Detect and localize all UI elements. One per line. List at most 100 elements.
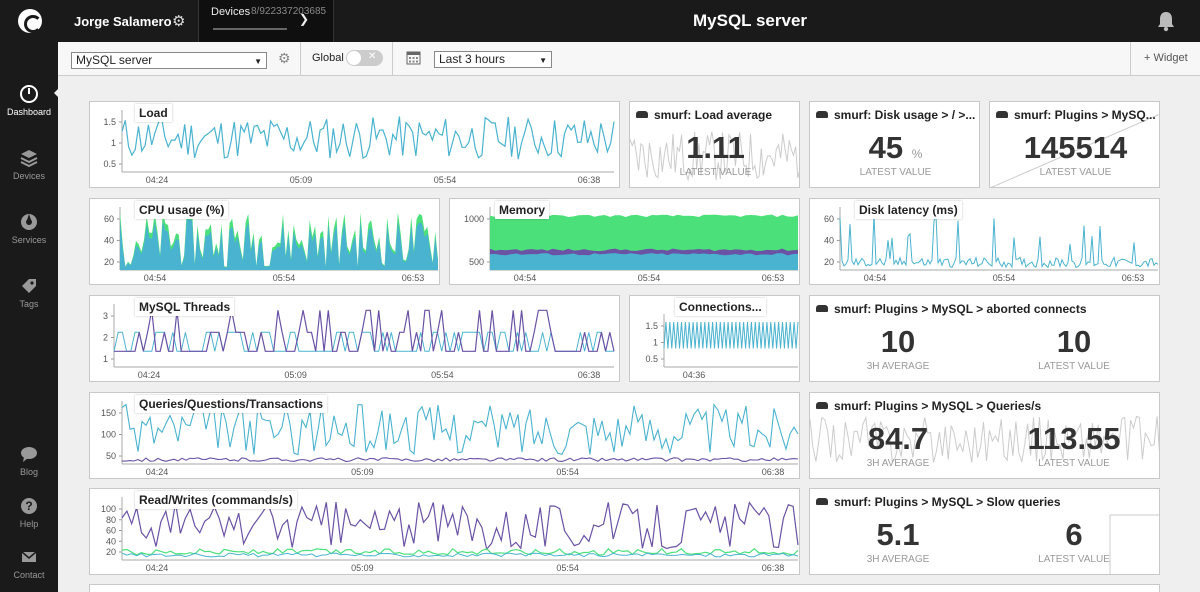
time-range-select[interactable]: Last 3 hours ▼ [434, 51, 552, 68]
memory-area-buffers [490, 253, 798, 270]
latest-value-label: LATEST VALUE [1039, 167, 1112, 178]
global-toggle[interactable]: ✕ [346, 50, 383, 66]
widget-title: smurf: Plugins > MySQL > Slow queries [816, 495, 1156, 509]
dashboard-icon [20, 85, 38, 103]
next-widget[interactable] [89, 584, 1160, 592]
read-writes-chart-widget[interactable]: 100 80 60 40 20 04:24 05:09 05:54 06:38 Read/Wri… [89, 488, 800, 575]
mail-icon [21, 551, 37, 562]
sidebar: Dashboard Devices Services Tags Blog ? H… [0, 42, 59, 592]
widget-title: smurf: Disk usage > / >... [816, 108, 976, 122]
page-title: MySQL server [692, 11, 808, 30]
widget-title-text: smurf: Load average [654, 108, 773, 122]
sidebar-item-tags[interactable]: Tags [0, 276, 58, 309]
x-tick-label: 05:09 [290, 175, 313, 185]
widget-title-text: smurf: Plugins > MySQL > aborted connect… [834, 302, 1087, 316]
load-chart-widget[interactable]: 1.5 1 0.5 04:24 05:09 05:54 06:38 Load [89, 101, 620, 188]
cpu-chart-widget[interactable]: 60 40 20 04:54 05:54 06:53 CPU usage (%) [89, 198, 440, 285]
x-tick-label: 05:09 [351, 467, 374, 477]
y-tick-label: 40 [104, 236, 114, 246]
x-tick-label: 05:09 [284, 370, 307, 380]
widget-title: Disk latency (ms) [855, 201, 962, 219]
x-tick-label: 05:54 [434, 175, 457, 185]
server-icon [996, 111, 1008, 118]
reads-series [121, 501, 799, 551]
latest-value: 10 [1056, 324, 1092, 359]
threads-series-connected [114, 309, 615, 352]
x-tick-label: 04:24 [146, 467, 169, 477]
global-label: Global [312, 52, 344, 64]
divider [392, 42, 393, 76]
chat-icon [21, 447, 37, 462]
average-label: 3H AVERAGE [866, 361, 930, 372]
sidebar-item-services[interactable]: Services [0, 212, 58, 245]
server-icon [816, 498, 828, 505]
y-tick-label: 40 [824, 236, 834, 246]
bell-icon[interactable] [1156, 10, 1176, 32]
x-tick-label: 06:38 [762, 467, 785, 477]
latest-value: 45 % [810, 130, 979, 166]
y-tick-label: 60 [106, 526, 116, 536]
add-widget-button[interactable]: + Widget [1144, 52, 1188, 64]
widget-title-text: smurf: Plugins > MySQL > Slow queries [834, 495, 1061, 509]
toolbar: MySQL server ▼ ⚙ Global ✕ Last 3 hours ▼ +… [58, 42, 1200, 76]
latest-value-label: LATEST VALUE [859, 167, 932, 178]
x-tick-label: 06:53 [1122, 273, 1145, 283]
calendar-icon[interactable] [406, 50, 421, 65]
y-tick-label: 500 [469, 257, 484, 267]
x-tick-label: 06:38 [762, 563, 785, 573]
average-label: 3H AVERAGE [866, 458, 930, 469]
threads-chart-widget[interactable]: 3 2 1 04:24 05:09 05:54 06:38 MySQL Threads [89, 295, 620, 382]
widget-title: MySQL Threads [135, 298, 235, 316]
widget-title: smurf: Plugins > MySQL > Queries/s [816, 399, 1156, 413]
plugins-widget[interactable]: smurf: Plugins > MySQ... 145514 LATEST V… [989, 101, 1160, 188]
load-average-widget[interactable]: smurf: Load average 1.11 LATEST VALUE [629, 101, 800, 188]
sidebar-item-contact[interactable]: Contact [0, 547, 58, 580]
y-tick-label: 100 [101, 504, 116, 514]
x-tick-label: 04:24 [138, 370, 161, 380]
x-tick-label: 05:09 [351, 563, 374, 573]
disk-latency-chart-widget[interactable]: 60 40 20 04:54 05:54 06:53 Disk latency (ms) [809, 198, 1160, 285]
y-tick-label: 60 [104, 214, 114, 224]
y-tick-label: 1.5 [103, 117, 116, 127]
transactions-series [122, 457, 799, 463]
sidebar-item-label: Help [19, 519, 39, 529]
threads-series-running [113, 331, 614, 352]
latest-value: 113.55 [1027, 421, 1121, 456]
queries-chart-widget[interactable]: 150 100 50 04:24 05:09 05:54 06:38 Queries/Que… [89, 392, 800, 479]
sidebar-item-dashboard[interactable]: Dashboard [0, 84, 58, 117]
memory-chart-widget[interactable]: 1000 500 04:54 05:54 06:53 Memory [449, 198, 800, 285]
aborted-connects-widget[interactable]: smurf: Plugins > MySQL > aborted connect… [809, 295, 1160, 382]
latest-value-label: LATEST VALUE [1038, 361, 1110, 372]
sidebar-item-label: Services [11, 235, 47, 245]
disk-usage-widget[interactable]: smurf: Disk usage > / >... 45 % LATEST V… [809, 101, 980, 188]
x-tick-label: 04:54 [514, 273, 537, 283]
widget-title: Read/Writes (commands/s) [135, 491, 297, 509]
latest-value: 145514 [1023, 130, 1128, 165]
tag-icon [22, 279, 36, 293]
y-tick-label: 0.5 [645, 354, 658, 364]
y-tick-label: 20 [104, 257, 114, 267]
latest-value-label: LATEST VALUE [679, 167, 752, 178]
dashboard-settings-gear-icon[interactable]: ⚙ [278, 50, 291, 67]
y-tick-label: 50 [106, 451, 116, 461]
widget-title: smurf: Plugins > MySQL > aborted connect… [816, 302, 1156, 316]
y-tick-label: 1 [653, 338, 658, 348]
x-tick-label: 06:53 [762, 273, 785, 283]
y-tick-label: 20 [106, 547, 116, 557]
connections-chart-widget[interactable]: 1.5 1 0.5 04:36 Connections... [629, 295, 800, 382]
divider [1130, 42, 1131, 76]
widget-title: Connections... [675, 298, 766, 316]
sidebar-item-label: Contact [13, 570, 45, 580]
sidebar-item-devices[interactable]: Devices [0, 148, 58, 181]
x-tick-label: 05:54 [431, 370, 454, 380]
sidebar-item-blog[interactable]: Blog [0, 444, 58, 477]
x-tick-label: 06:38 [578, 175, 601, 185]
sidebar-item-help[interactable]: ? Help [0, 496, 58, 529]
slow-queries-widget[interactable]: smurf: Plugins > MySQL > Slow queries 5.… [809, 488, 1160, 575]
queries-per-second-widget[interactable]: smurf: Plugins > MySQL > Queries/s 84.7 … [809, 392, 1160, 479]
disk-latency-series [839, 214, 1159, 269]
server-icon [816, 111, 828, 118]
x-tick-label: 06:38 [578, 370, 601, 380]
dashboard-select[interactable]: MySQL server ▼ [71, 52, 267, 69]
server-icon [816, 305, 828, 312]
